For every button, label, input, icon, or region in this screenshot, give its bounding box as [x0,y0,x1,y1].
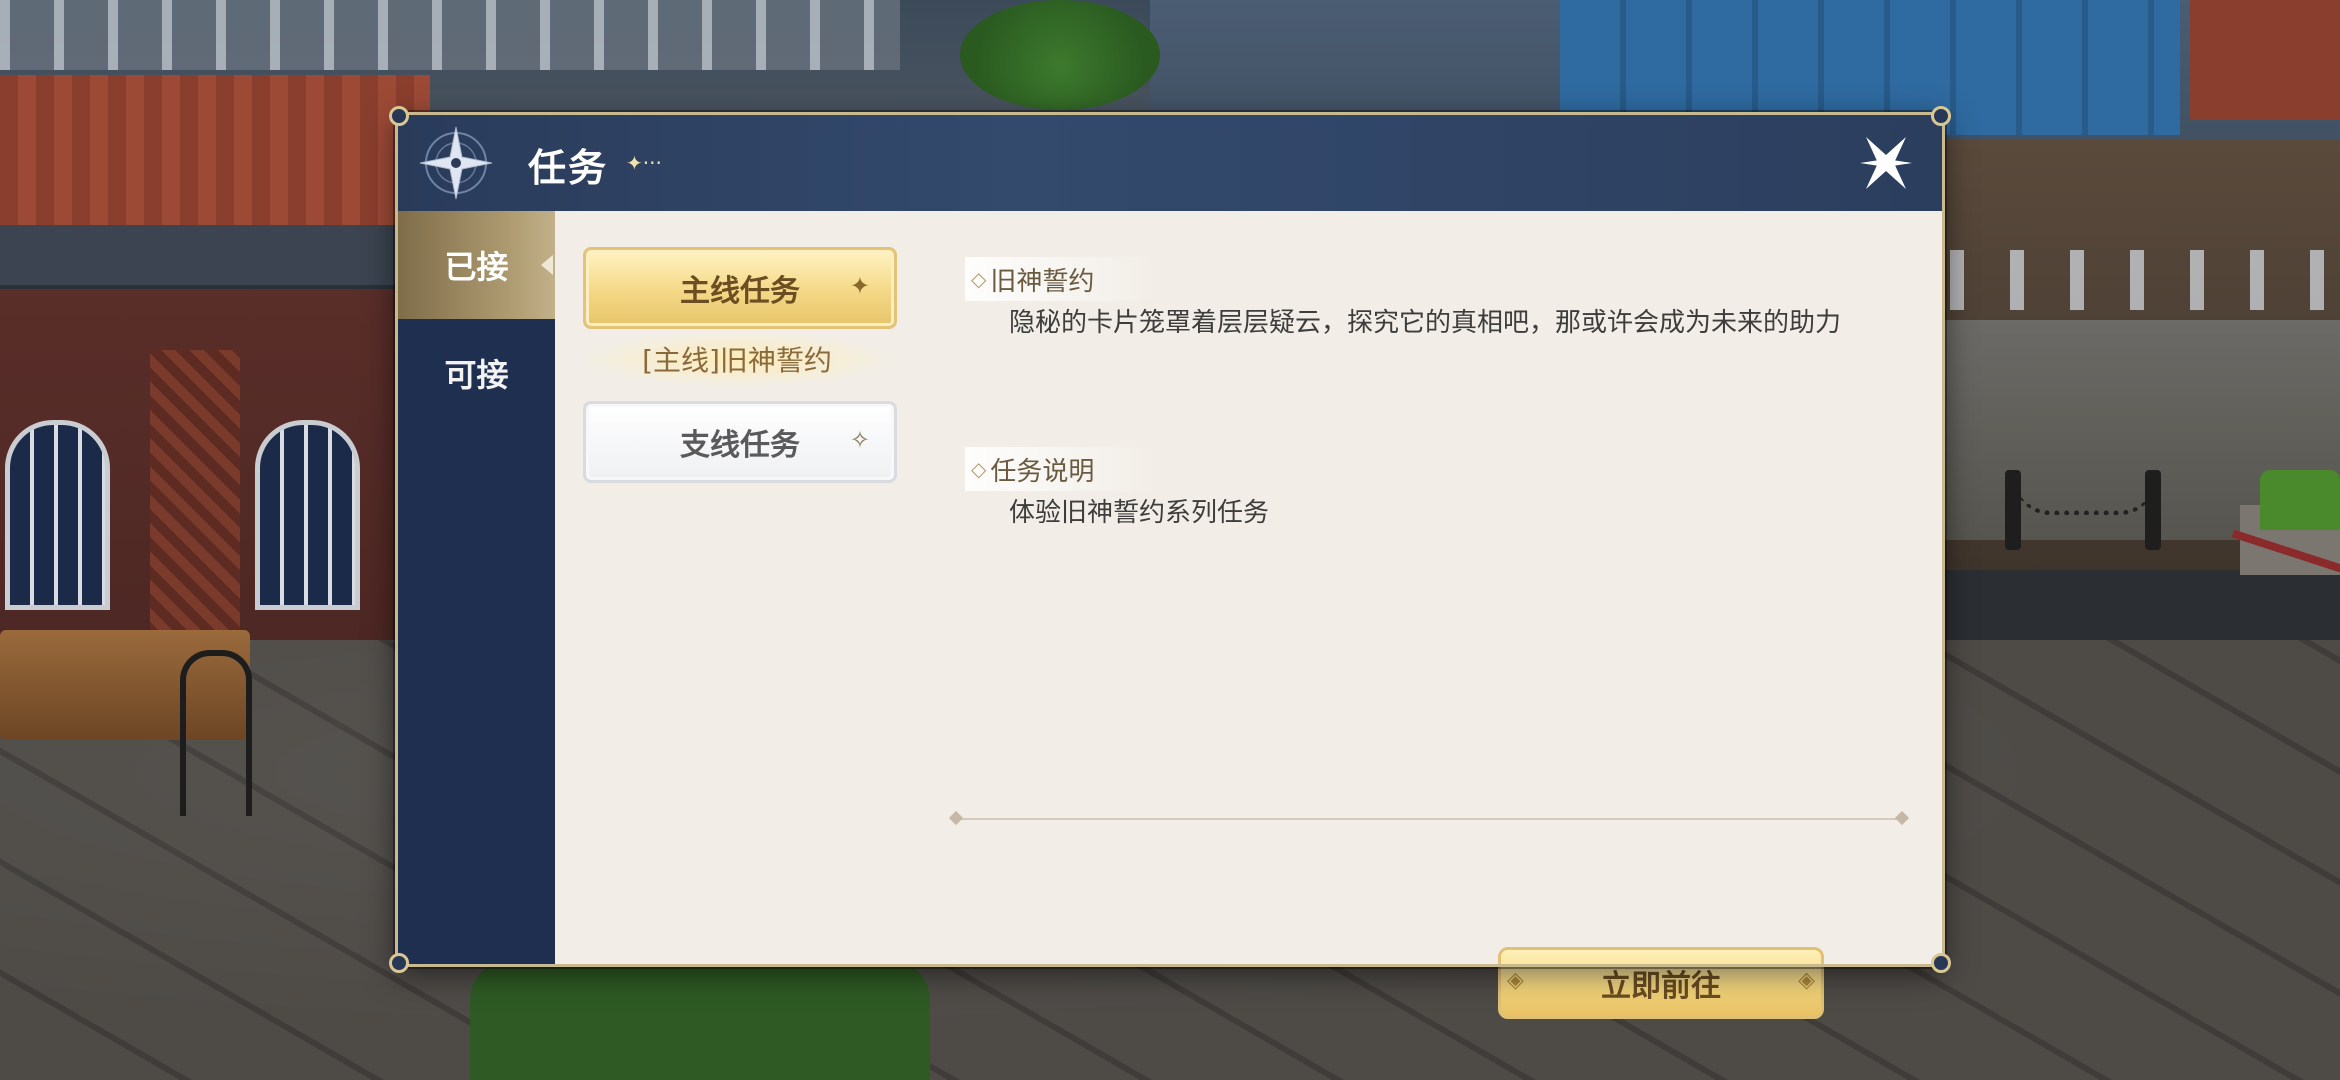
white-fence [1950,250,2340,310]
button-ornament-icon: ◈ [1507,968,1524,993]
button-ornament-icon: ◈ [1798,968,1815,993]
dialog-frame [395,112,1945,967]
red-tile-roof [0,75,430,231]
arched-window [5,420,110,610]
balcony-railing [0,0,900,70]
bollard-post [2145,470,2161,550]
red-roof [2190,0,2340,120]
frame-corner-ornament [389,953,409,973]
frame-corner-ornament [389,106,409,126]
bench-armrest [180,650,252,816]
tree [960,0,1160,110]
go-now-label: 立即前往 [1601,969,1721,1004]
building-cornice [0,225,430,289]
chain-barrier [2015,480,2155,515]
ornate-pillar [150,350,240,650]
quest-dialog: 任务 ✦··· 已接 可接 主线任务 ✦ [主线]旧神誓约 支线任务 ✧ ◇ 旧… [389,106,1951,1019]
frame-corner-ornament [1931,953,1951,973]
grass-patch [470,960,930,1080]
arched-window [255,420,360,610]
hedge [2260,470,2340,530]
frame-corner-ornament [1931,106,1951,126]
